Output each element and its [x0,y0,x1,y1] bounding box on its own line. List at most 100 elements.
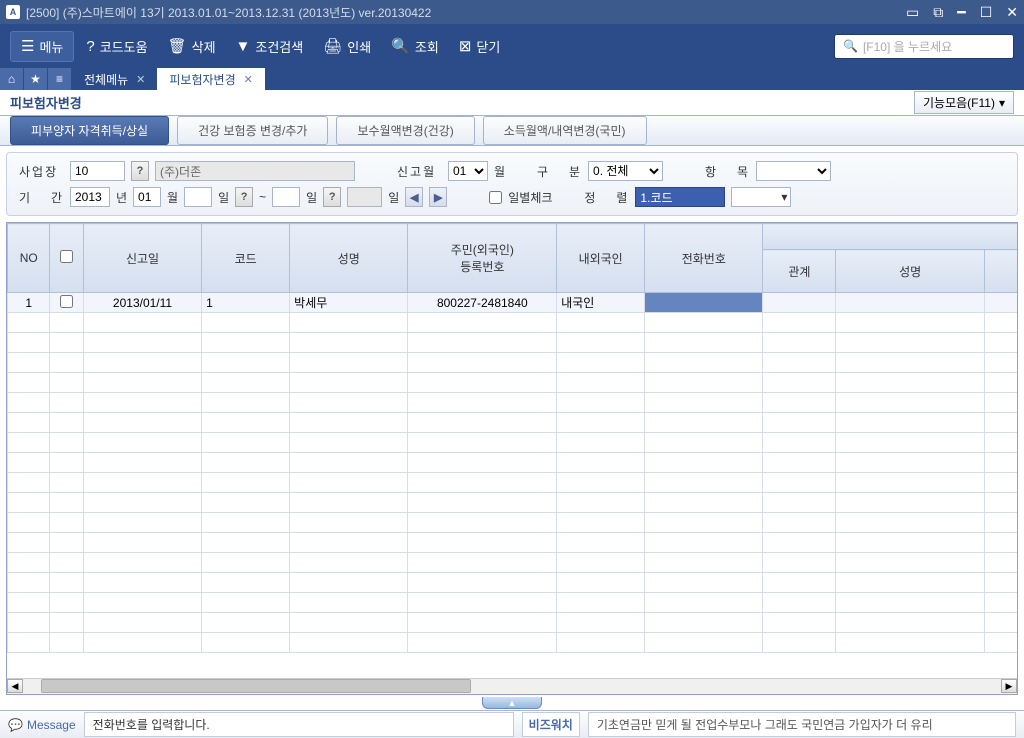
col-ssn: 주민(외국인) 등록번호 [408,224,557,293]
menu-button[interactable]: ☰ 메뉴 [10,31,74,62]
minimize-icon[interactable]: ━ [957,4,965,21]
table-row[interactable] [8,413,1019,433]
cascade-icon[interactable]: ⧉ [933,4,943,21]
subtab-acquisition[interactable]: 피부양자 자격취득/상실 [10,116,169,145]
next-button[interactable]: ▶ [429,187,447,207]
delete-label: 삭제 [192,37,216,56]
table-row[interactable] [8,633,1019,653]
bizwatch-text: 기초연금만 믿게 될 전업수부모나 그래도 국민연금 가입자가 더 유리 [588,712,1016,737]
subtab-salary-change[interactable]: 보수월액변경(건강) [336,116,474,145]
daily-check[interactable] [489,191,502,204]
favorite-button[interactable]: ★ [24,68,48,90]
workplace-input[interactable] [70,161,125,181]
title-text: [2500] (주)스마트에이 13기 2013.01.01~2013.12.3… [26,4,431,21]
tab-all-menu-label: 전체메뉴 [84,71,128,88]
month-input[interactable] [133,187,161,207]
date-to-lookup[interactable]: ? [323,187,341,207]
table-row[interactable] [8,313,1019,333]
tab-all-menu[interactable]: 전체메뉴 ✕ [72,68,157,90]
query-label: 조회 [415,37,439,56]
menu-label: 메뉴 [39,37,63,56]
close-button[interactable]: ⊠ 닫기 [451,31,509,62]
report-month-label: 신고월 [397,163,442,180]
message-label-text: Message [27,718,76,732]
day-unit: 일 [218,189,229,206]
print-button[interactable]: 🖨 인쇄 [315,31,379,62]
period-label: 기 간 [19,189,64,206]
sort-input[interactable] [635,187,725,207]
table-row[interactable] [8,433,1019,453]
item-label: 항 목 [705,163,750,180]
cell[interactable] [763,293,836,313]
chevron-down-icon[interactable]: ▾ [781,190,787,204]
day-from-input[interactable] [184,187,212,207]
funnel-icon: ▼ [236,38,251,55]
table-row[interactable] [8,373,1019,393]
workplace-lookup-button[interactable]: ? [131,161,149,181]
delete-button[interactable]: 🗑 삭제 [160,31,224,62]
col-relation: 관계 [763,250,836,293]
list-button[interactable]: ≡ [48,68,72,90]
category-select[interactable]: 0. 전체 [588,161,663,181]
day-to-input[interactable] [272,187,300,207]
day-unit2: 일 [306,189,317,206]
table-row[interactable] [8,353,1019,373]
query-button[interactable]: 🔍 조회 [383,31,447,62]
scroll-left-icon[interactable]: ◀ [7,679,23,693]
collapse-handle[interactable]: ▲ [0,697,1024,709]
horizontal-scrollbar[interactable]: ◀ ▶ [7,678,1017,694]
table-row[interactable] [8,513,1019,533]
date-from-lookup[interactable]: ? [235,187,253,207]
table-row[interactable] [8,593,1019,613]
year-unit: 년 [116,189,127,206]
chevron-down-icon: ▾ [999,96,1005,110]
table-row[interactable] [8,533,1019,553]
tab-close-icon[interactable]: ✕ [244,73,253,86]
table-row[interactable] [8,473,1019,493]
table-row[interactable] [8,453,1019,473]
book-icon[interactable]: ▭ [906,4,919,21]
code-help-button[interactable]: ? 코드도움 [78,31,155,62]
tab-current[interactable]: 피보험자변경 ✕ [157,68,264,90]
table-row[interactable] [8,573,1019,593]
function-menu-button[interactable]: 기능모음(F11) ▾ [914,91,1014,114]
search-placeholder: [F10] 을 누르세요 [863,38,952,55]
subtab-health-cert[interactable]: 건강 보험증 변경/추가 [177,116,328,145]
table-row[interactable] [8,493,1019,513]
table-row[interactable]: 1 2013/01/11 1 박세무 800227-2481840 내국인 [8,293,1019,313]
scroll-right-icon[interactable]: ▶ [1001,679,1017,693]
cond-search-label: 조건검색 [255,37,303,56]
col-dep-ssn: 주민(외국인) 등록번호 [984,250,1018,293]
global-search[interactable]: 🔍 [F10] 을 누르세요 [834,34,1014,59]
speech-icon: 💬 [8,718,23,732]
category-label: 구 분 [537,163,582,180]
filter-panel: 사업장 ? 신고월 01 월 구 분 0. 전체 항 목 기 간 년 월 일 ?… [6,152,1018,216]
cell[interactable] [984,293,1018,313]
scroll-thumb[interactable] [41,679,471,693]
col-foreign: 내외국인 [557,224,645,293]
tilde: ~ [259,190,266,204]
subtab-income-change[interactable]: 소득월액/내역변경(국민) [483,116,647,145]
cell[interactable] [836,293,985,313]
select-all-checkbox[interactable] [60,250,73,263]
maximize-icon[interactable]: ☐ [980,4,993,21]
row-checkbox[interactable] [60,295,73,308]
data-grid: NO 신고일 코드 성명 주민(외국인) 등록번호 내외국인 전화번호 피부양자… [7,223,1018,653]
prev-button[interactable]: ◀ [405,187,423,207]
home-button[interactable]: ⌂ [0,68,24,90]
table-row[interactable] [8,553,1019,573]
sort-label: 정 렬 [584,189,629,206]
tab-close-icon[interactable]: ✕ [136,73,145,86]
close-icon[interactable]: ✕ [1006,4,1018,21]
table-row[interactable] [8,333,1019,353]
code-help-label: 코드도움 [100,37,148,56]
cond-search-button[interactable]: ▼ 조건검색 [228,31,312,62]
cell-phone[interactable] [645,293,763,313]
table-row[interactable] [8,393,1019,413]
cell-report-date: 2013/01/11 [83,293,201,313]
report-month-select[interactable]: 01 [448,161,488,181]
table-row[interactable] [8,613,1019,633]
year-input[interactable] [70,187,110,207]
item-select[interactable] [756,161,831,181]
month-unit: 월 [494,163,505,180]
